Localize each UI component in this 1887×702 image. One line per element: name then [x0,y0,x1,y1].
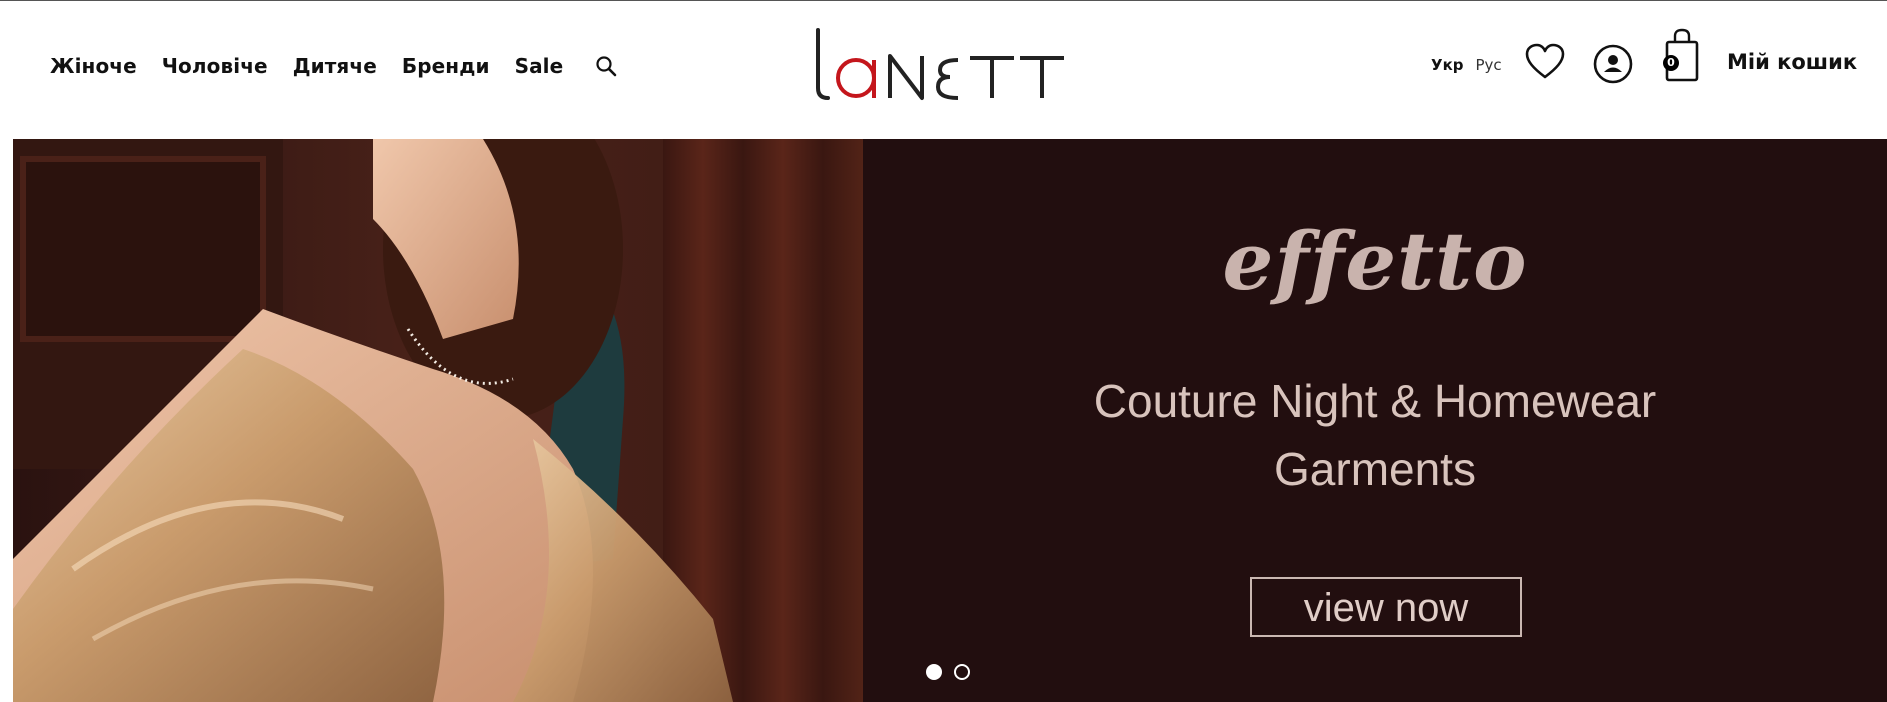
hero-text-panel: effetto Couture Night & Homewear Garment… [863,139,1887,702]
heart-icon[interactable] [1525,43,1565,85]
slider-dot-1[interactable] [926,664,942,680]
nav-item-women[interactable]: Жіноче [50,54,137,78]
hero-banner[interactable]: effetto Couture Night & Homewear Garment… [13,139,1887,702]
hero-tagline-line2: Garments [1274,443,1476,495]
main-nav: Жіноче Чоловіче Дитяче Бренди Sale [50,51,617,81]
lang-rus[interactable]: Рус [1475,56,1501,74]
site-logo[interactable] [810,26,1066,102]
site-header: Жіноче Чоловіче Дитяче Бренди Sale Укр Р… [0,1,1887,138]
hero-tagline-line1: Couture Night & Homewear [1093,375,1657,427]
cart-count-badge: 0 [1663,55,1679,71]
nav-item-brands[interactable]: Бренди [402,54,490,78]
hero-photo [13,139,863,702]
nav-item-kids[interactable]: Дитяче [293,54,377,78]
user-icon[interactable] [1593,44,1633,88]
nav-item-sale[interactable]: Sale [515,54,564,78]
lang-ukr[interactable]: Укр [1431,56,1463,74]
language-switcher: Укр Рус [1431,56,1502,74]
hero-tagline: Couture Night & Homewear Garments [863,367,1887,503]
hero-brand: effetto [1222,214,1528,308]
search-icon[interactable] [595,55,617,81]
view-now-button[interactable]: view now [1250,577,1522,637]
slider-dot-2[interactable] [954,664,970,680]
slider-dots [926,664,970,680]
nav-item-men[interactable]: Чоловіче [162,54,268,78]
cart-label[interactable]: Мій кошик [1727,50,1857,74]
